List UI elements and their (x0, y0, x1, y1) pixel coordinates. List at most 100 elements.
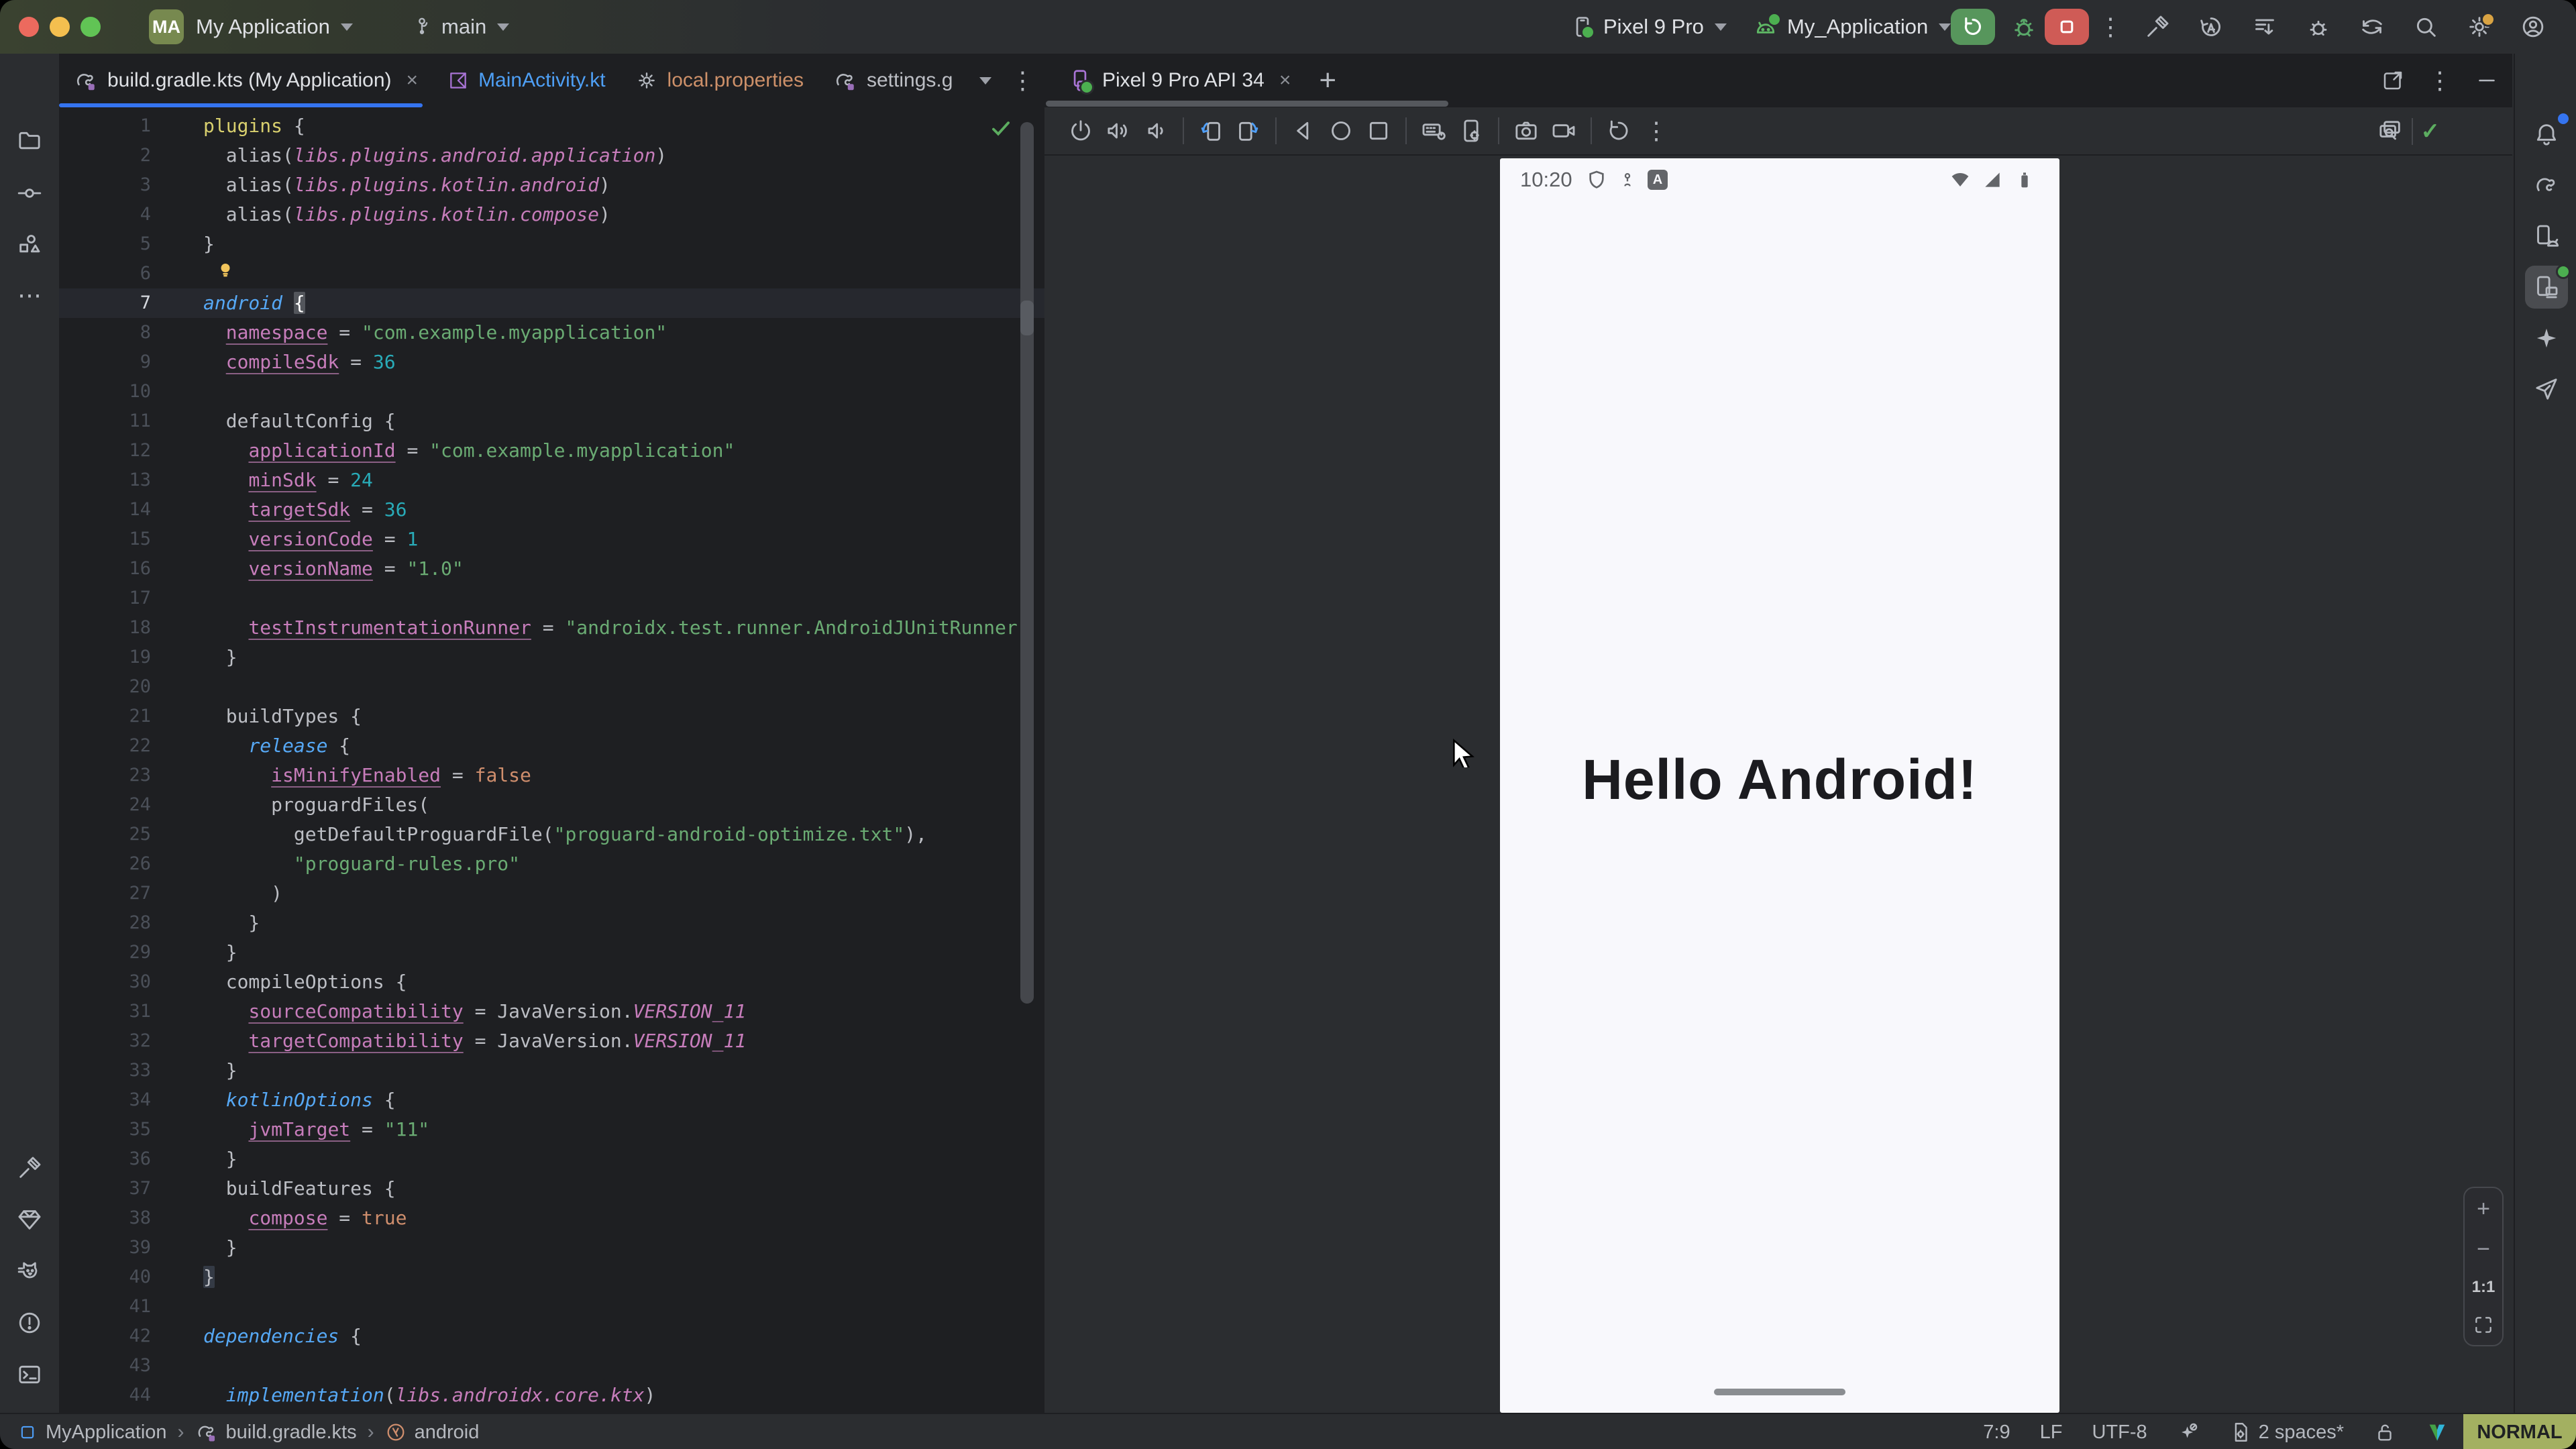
tab-local-properties[interactable]: local.properties (621, 54, 818, 107)
code-line-12[interactable]: 12 applicationId = "com.example.myapplic… (59, 436, 1044, 466)
back-icon[interactable] (1285, 112, 1322, 150)
line-number[interactable]: 32 (59, 1026, 151, 1056)
code-line-32[interactable]: 32 targetCompatibility = JavaVersion.VER… (59, 1026, 1044, 1056)
notifications-bell-icon[interactable] (2525, 113, 2568, 156)
line-number[interactable]: 38 (59, 1203, 151, 1233)
unlocked-icon[interactable] (2373, 1421, 2396, 1444)
vim-mode-badge[interactable]: NORMAL (2463, 1414, 2576, 1449)
line-number[interactable]: 41 (59, 1292, 151, 1322)
gesture-nav-handle[interactable] (1714, 1389, 1845, 1395)
code-line-33[interactable]: 33 } (59, 1056, 1044, 1085)
line-number[interactable]: 17 (59, 584, 151, 613)
device-manager-icon[interactable] (2525, 215, 2568, 258)
line-number[interactable]: 26 (59, 849, 151, 879)
code-line-40[interactable]: 40} (59, 1263, 1044, 1292)
code-line-3[interactable]: 3 alias(libs.plugins.kotlin.android) (59, 170, 1044, 200)
code-line-19[interactable]: 19 } (59, 643, 1044, 672)
line-number[interactable]: 25 (59, 820, 151, 849)
line-number[interactable]: 8 (59, 318, 151, 347)
overview-icon[interactable] (1360, 112, 1397, 150)
zoom-out-button[interactable]: − (2477, 1238, 2490, 1260)
panel-more-options-icon[interactable]: ⋮ (2428, 66, 2452, 95)
code-line-31[interactable]: 31 sourceCompatibility = JavaVersion.VER… (59, 997, 1044, 1026)
code-line-37[interactable]: 37 buildFeatures { (59, 1174, 1044, 1203)
ai-sparkle-disabled-icon[interactable] (2177, 1421, 2200, 1444)
code-line-39[interactable]: 39 } (59, 1233, 1044, 1263)
emulator-screen[interactable]: 10:20 A Hello Android! (1500, 158, 2059, 1413)
code-line-24[interactable]: 24 proguardFiles( (59, 790, 1044, 820)
power-icon[interactable] (1062, 112, 1099, 150)
build-hammer-icon[interactable] (2144, 13, 2171, 40)
breadcrumb-file[interactable]: build.gradle.kts (195, 1421, 357, 1444)
virtual-input-icon[interactable] (1415, 112, 1452, 150)
line-number[interactable]: 36 (59, 1144, 151, 1174)
line-number[interactable]: 18 (59, 613, 151, 643)
open-in-new-window-icon[interactable] (2381, 68, 2405, 93)
close-tab-icon[interactable]: × (407, 69, 419, 92)
code-line-44[interactable]: 44 implementation(libs.androidx.core.ktx… (59, 1381, 1044, 1410)
line-number[interactable]: 39 (59, 1233, 151, 1263)
code-line-16[interactable]: 16 versionName = "1.0" (59, 554, 1044, 584)
line-number[interactable]: 15 (59, 525, 151, 554)
code-line-29[interactable]: 29 } (59, 938, 1044, 967)
line-number[interactable]: 5 (59, 229, 151, 259)
gradle-elephant-icon[interactable] (2525, 164, 2568, 207)
structure-shapes-icon[interactable] (8, 223, 51, 266)
home-icon[interactable] (1322, 112, 1360, 150)
code-line-22[interactable]: 22 release { (59, 731, 1044, 761)
line-number[interactable]: 2 (59, 141, 151, 170)
line-number[interactable]: 30 (59, 967, 151, 997)
zoom-to-fit-icon[interactable] (2473, 1314, 2494, 1336)
code-line-7[interactable]: 7android { (59, 288, 1044, 318)
tab-pixel-9-pro-api-34[interactable]: Pixel 9 Pro API 34 × (1044, 54, 1305, 107)
code-line-20[interactable]: 20 (59, 672, 1044, 702)
caret-position[interactable]: 7:9 (1983, 1421, 2010, 1444)
device-settings-icon[interactable] (1452, 112, 1490, 150)
branch-selector[interactable]: main (411, 0, 509, 54)
line-number[interactable]: 21 (59, 702, 151, 731)
code-line-2[interactable]: 2 alias(libs.plugins.android.application… (59, 141, 1044, 170)
device-selector[interactable]: Pixel 9 Pro (1570, 0, 1727, 54)
code-line-17[interactable]: 17 (59, 584, 1044, 613)
line-number[interactable]: 37 (59, 1174, 151, 1203)
minimize-window-button[interactable] (50, 17, 70, 37)
code-line-26[interactable]: 26 "proguard-rules.pro" (59, 849, 1044, 879)
code-line-34[interactable]: 34 kotlinOptions { (59, 1085, 1044, 1115)
running-devices-icon[interactable] (2525, 266, 2568, 309)
indent-config[interactable]: 2 spaces* (2229, 1421, 2344, 1444)
line-number[interactable]: 22 (59, 731, 151, 761)
code-line-6[interactable]: 6 (59, 259, 1044, 288)
code-line-38[interactable]: 38 compose = true (59, 1203, 1044, 1233)
gemini-sparkle-icon[interactable] (2525, 317, 2568, 360)
line-number[interactable]: 33 (59, 1056, 151, 1085)
line-number[interactable]: 28 (59, 908, 151, 938)
editor-scrollbar[interactable] (1020, 122, 1034, 1004)
screenshot-icon[interactable] (1507, 112, 1545, 150)
line-number[interactable]: 43 (59, 1351, 151, 1381)
code-line-10[interactable]: 10 (59, 377, 1044, 407)
line-number[interactable]: 11 (59, 407, 151, 436)
line-number[interactable]: 7 (59, 288, 151, 318)
line-number[interactable]: 14 (59, 495, 151, 525)
sync-a-icon[interactable] (2198, 13, 2224, 40)
breadcrumb-module[interactable]: MyApplication (17, 1421, 167, 1444)
line-number[interactable]: 10 (59, 377, 151, 407)
inspections-passed-check-icon[interactable] (988, 115, 1014, 141)
project-selector[interactable]: My Application (196, 0, 353, 54)
code-line-28[interactable]: 28 } (59, 908, 1044, 938)
line-number[interactable]: 13 (59, 466, 151, 495)
line-number[interactable]: 31 (59, 997, 151, 1026)
stop-button[interactable] (2045, 9, 2089, 45)
intention-bulb-icon[interactable] (215, 260, 235, 280)
code-line-36[interactable]: 36 } (59, 1144, 1044, 1174)
line-number[interactable]: 40 (59, 1263, 151, 1292)
line-number[interactable]: 16 (59, 554, 151, 584)
code-line-4[interactable]: 4 alias(libs.plugins.kotlin.compose) (59, 200, 1044, 229)
commit-icon[interactable] (8, 172, 51, 215)
code-line-18[interactable]: 18 testInstrumentationRunner = "androidx… (59, 613, 1044, 643)
tab-mainactivity-kt[interactable]: MainActivity.kt (433, 54, 620, 107)
code-line-8[interactable]: 8 namespace = "com.example.myapplication… (59, 318, 1044, 347)
code-line-21[interactable]: 21 buildTypes { (59, 702, 1044, 731)
hide-panel-icon[interactable] (2475, 68, 2499, 93)
line-number[interactable]: 23 (59, 761, 151, 790)
